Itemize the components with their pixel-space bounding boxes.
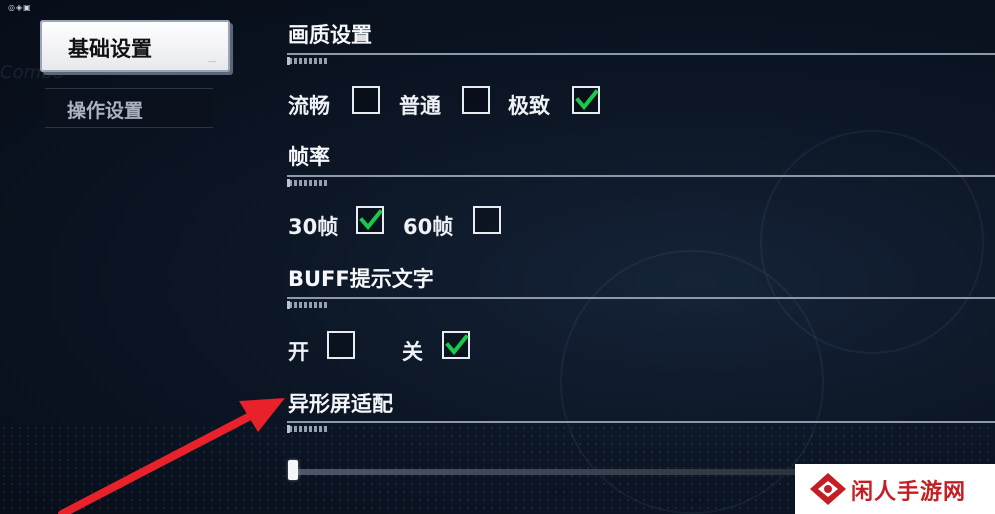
red-arrow-icon <box>58 398 285 514</box>
diamond-logo-icon <box>810 473 846 505</box>
watermark-text: 闲人手游网 <box>851 480 967 505</box>
watermark: 闲人手游网 <box>795 464 995 514</box>
